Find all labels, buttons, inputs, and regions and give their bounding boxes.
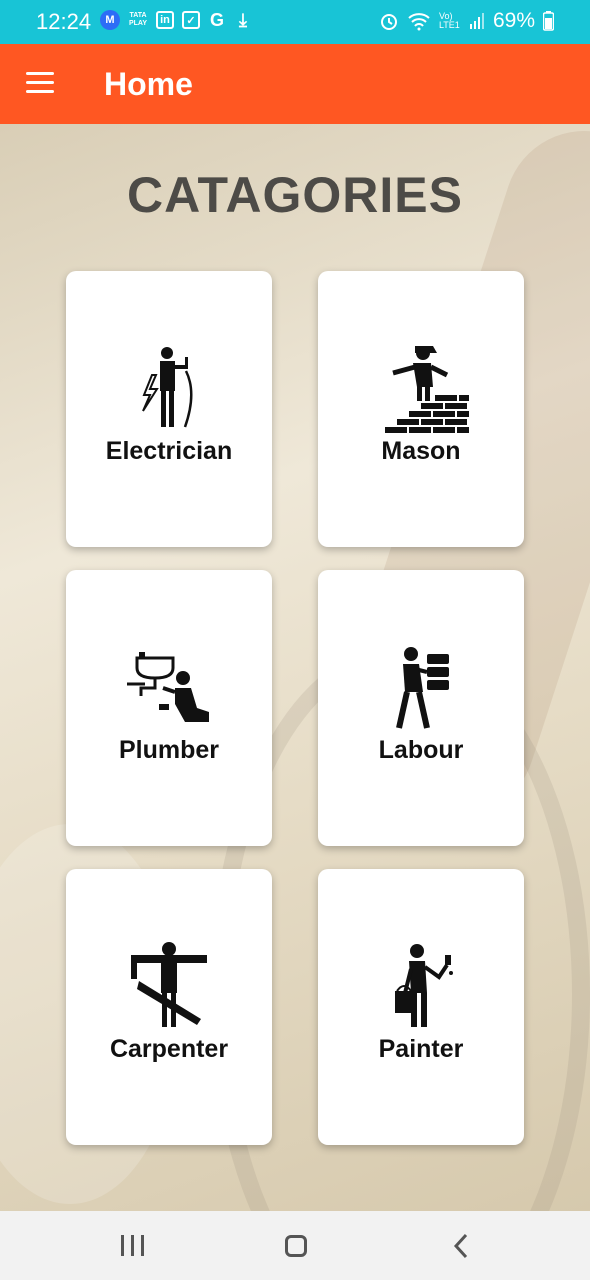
status-time: 12:24 [36, 9, 92, 34]
m-app-icon: M [100, 10, 120, 30]
back-icon[interactable] [442, 1231, 482, 1261]
category-label: Electrician [105, 437, 233, 465]
signal-icon [469, 13, 484, 29]
download-icon: ⤓ [239, 9, 247, 30]
network-label: Vo) LTE1 [438, 11, 460, 30]
category-card-carpenter[interactable]: Carpenter [66, 869, 272, 1145]
battery-icon [543, 11, 554, 31]
alarm-icon [380, 14, 397, 30]
category-card-painter[interactable]: Painter [318, 869, 524, 1145]
check-icon: ✓ [182, 11, 200, 29]
category-card-electrician[interactable]: Electrician [66, 271, 272, 547]
categories-heading: CATAGORIES [127, 167, 463, 223]
tata-play-icon: TATA PLAY [128, 12, 148, 27]
plumber-icon [127, 652, 209, 722]
painter-icon [395, 944, 453, 1027]
electrician-icon [142, 347, 193, 428]
category-label: Painter [378, 1035, 464, 1063]
system-icons: Vo) LTE1 69% [379, 9, 554, 33]
carpenter-icon [131, 942, 207, 1027]
labour-icon [396, 647, 449, 729]
category-label: Labour [378, 736, 464, 764]
category-card-mason[interactable]: Mason [318, 271, 524, 547]
google-icon: G [209, 9, 224, 30]
category-label: Mason [381, 437, 461, 465]
recent-apps-icon[interactable] [112, 1231, 152, 1261]
linkedin-icon: in [156, 11, 174, 29]
status-bar: 12:24 M TATA PLAY in ✓ G ⤓ Vo) LTE1 69% [0, 0, 590, 44]
home-icon[interactable] [276, 1231, 316, 1261]
category-card-labour[interactable]: Labour [318, 570, 524, 846]
page-title: Home [104, 66, 193, 102]
notification-icons: M TATA PLAY in ✓ G ⤓ [100, 10, 252, 30]
mason-icon [385, 346, 469, 433]
category-label: Carpenter [109, 1035, 229, 1063]
system-nav-bar [0, 1211, 590, 1280]
wifi-icon [408, 13, 430, 31]
category-label: Plumber [118, 736, 220, 764]
hamburger-menu-icon[interactable] [26, 72, 54, 94]
category-card-plumber[interactable]: Plumber [66, 570, 272, 846]
battery-level: 69% [492, 9, 535, 32]
app-bar: Home [0, 44, 590, 124]
